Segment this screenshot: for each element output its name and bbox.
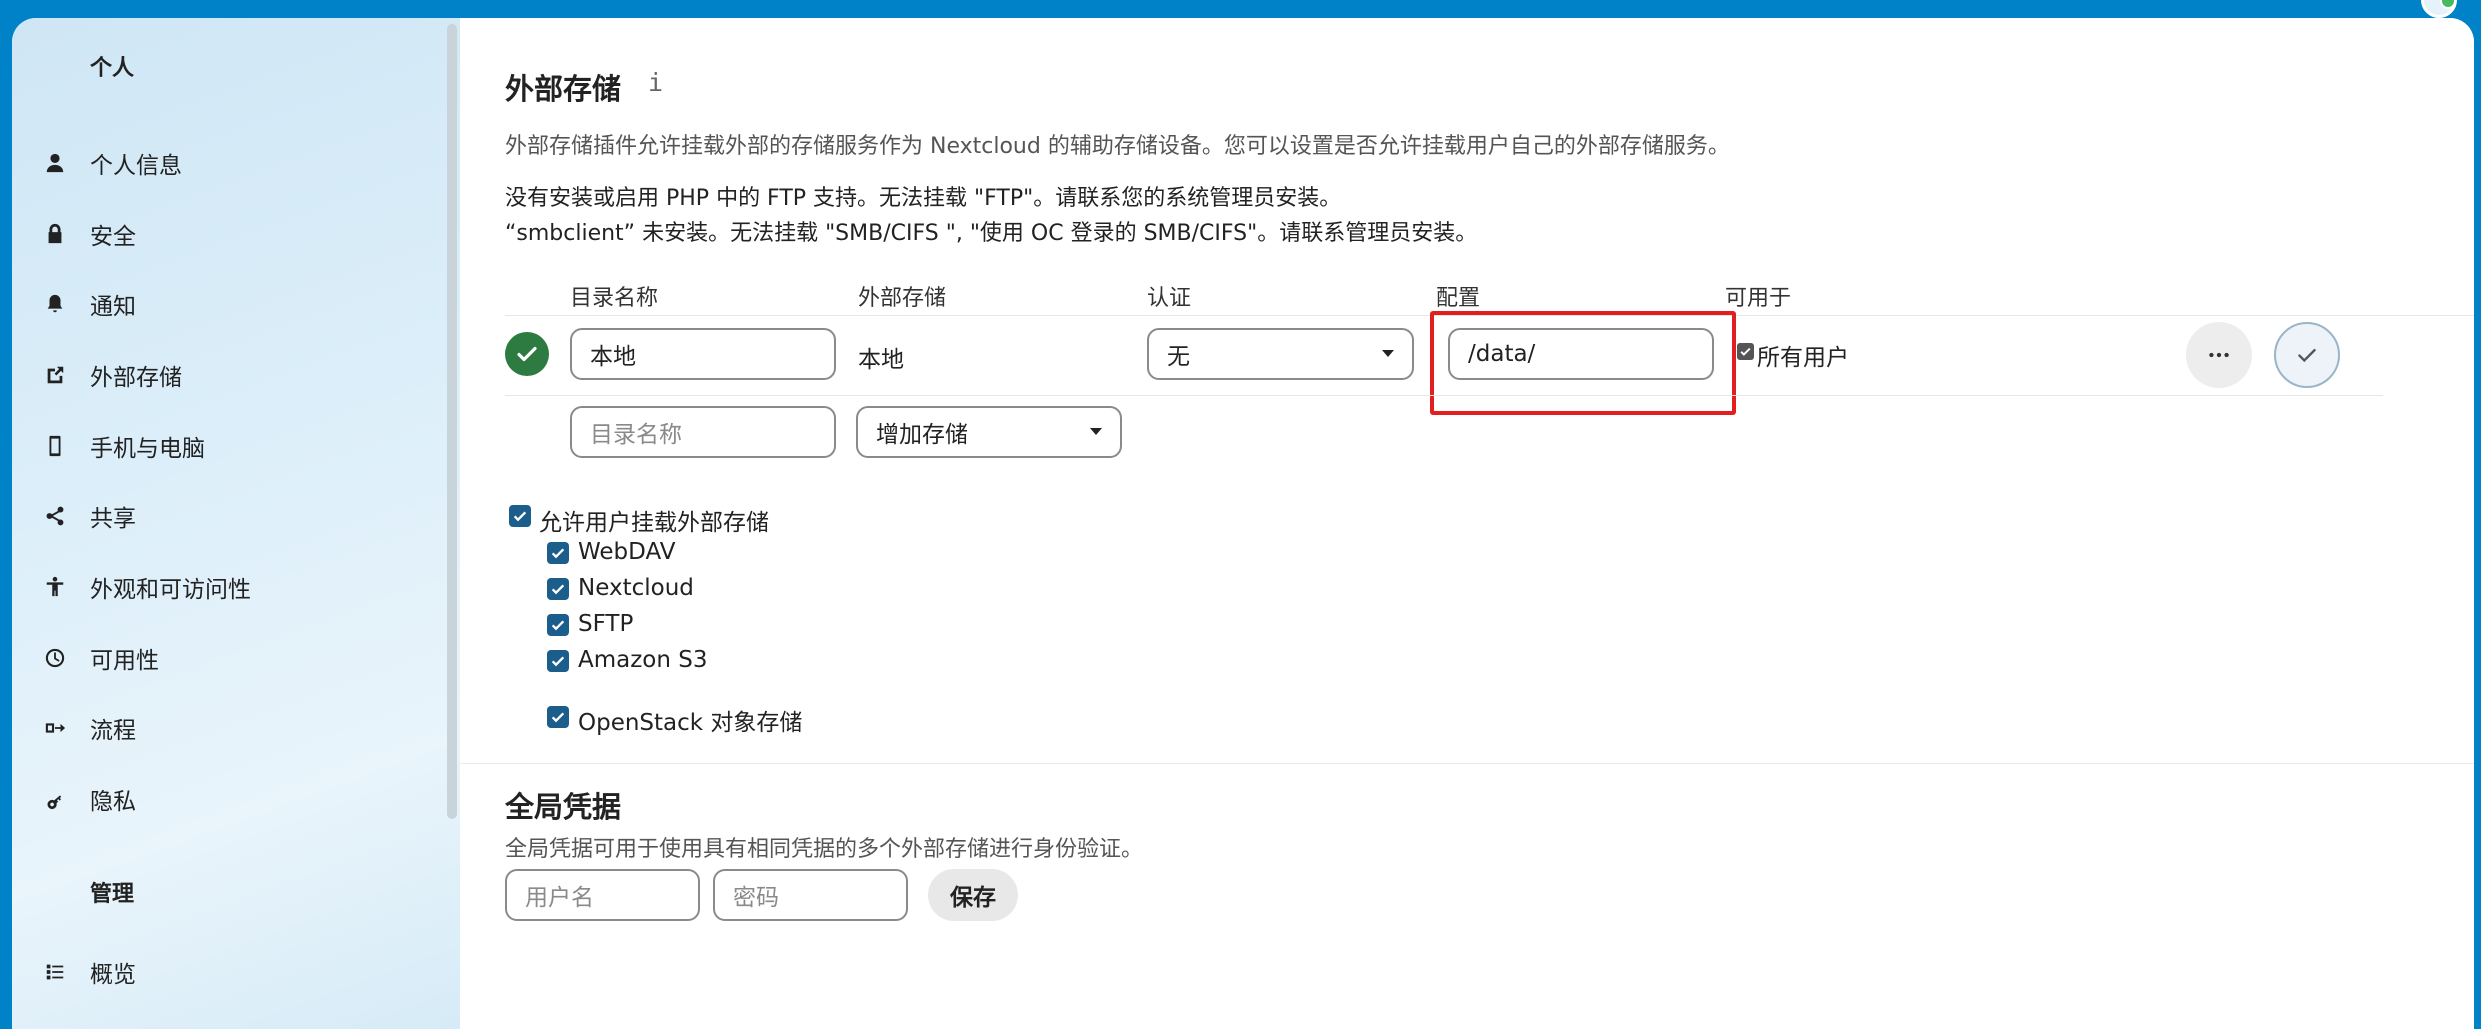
column-header-available-for: 可用于 xyxy=(1725,286,1792,311)
column-header-folder-name: 目录名称 xyxy=(570,286,659,311)
external-storage-title: 外部存储 xyxy=(505,72,622,106)
mount-status-ok-icon xyxy=(505,332,549,376)
settings-content: 外部存储 i 外部存储插件允许挂载外部的存储服务作为 Nextcloud 的辅助… xyxy=(460,18,2474,1029)
sidebar-item-security[interactable]: 安全 xyxy=(42,209,432,259)
sidebar-item-label: 概览 xyxy=(90,962,136,988)
add-storage-select[interactable]: 增加存储 xyxy=(856,406,1122,458)
mount-folder-name-input[interactable]: 本地 xyxy=(570,328,836,380)
ftp-warning: 没有安装或启用 PHP 中的 FTP 支持。无法挂载 "FTP"。请联系您的系统… xyxy=(505,186,1342,211)
user-icon xyxy=(42,150,68,176)
sidebar-item-appearance[interactable]: 外观和可访问性 xyxy=(42,562,432,612)
available-for-value: 所有用户 xyxy=(1757,345,1849,371)
backend-checkbox-webdav[interactable] xyxy=(547,542,569,564)
backend-label-nextcloud: Nextcloud xyxy=(578,575,694,601)
sidebar-item-personal-info[interactable]: 个人信息 xyxy=(42,138,432,188)
mount-save-button[interactable] xyxy=(2274,322,2340,388)
mount-storage-type: 本地 xyxy=(858,347,904,373)
column-header-external-storage: 外部存储 xyxy=(858,286,947,311)
external-storage-description: 外部存储插件允许挂载外部的存储服务作为 Nextcloud 的辅助存储设备。您可… xyxy=(505,134,1730,159)
checkmark-icon xyxy=(2298,348,2316,363)
smb-warning: “smbclient” 未安装。无法挂载 "SMB/CIFS ", "使用 OC… xyxy=(505,221,1478,246)
sidebar-item-availability[interactable]: 可用性 xyxy=(42,633,432,683)
add-storage-value: 增加存储 xyxy=(876,422,968,448)
sidebar-item-label: 支持 xyxy=(90,1024,136,1029)
personal-section-title: 个人 xyxy=(90,56,135,81)
info-icon[interactable]: i xyxy=(648,68,663,97)
highlight-annotation-box xyxy=(1430,311,1736,415)
available-for-checkbox[interactable] xyxy=(1737,343,1754,360)
sidebar-item-label: 共享 xyxy=(90,506,136,532)
sidebar-item-label: 外部存储 xyxy=(90,365,182,391)
column-header-configuration: 配置 xyxy=(1436,286,1481,311)
backend-label-sftp: SFTP xyxy=(578,611,634,637)
list-icon xyxy=(42,959,68,985)
sidebar-item-flow[interactable]: 流程 xyxy=(42,703,432,753)
sidebar-item-mobile-desktop[interactable]: 手机与电脑 xyxy=(42,421,432,471)
settings-sidebar: 个人 个人信息 安全 通知 外部存储 手机与电脑 共享 外观和可访问性 可用性 … xyxy=(12,18,460,1029)
sidebar-scrollbar[interactable] xyxy=(447,24,457,819)
admin-section-title: 管理 xyxy=(90,882,135,907)
allow-user-mounting-checkbox[interactable] xyxy=(509,505,531,527)
mount-authentication-select[interactable]: 无 xyxy=(1147,328,1414,380)
sidebar-item-support[interactable]: 支持 xyxy=(42,1016,432,1029)
sidebar-item-label: 安全 xyxy=(90,224,136,250)
bell-icon xyxy=(42,291,68,317)
section-divider xyxy=(460,763,2474,764)
sidebar-item-label: 手机与电脑 xyxy=(90,436,205,462)
mount-authentication-value: 无 xyxy=(1167,344,1190,370)
global-credentials-title: 全局凭据 xyxy=(505,790,622,824)
global-password-input[interactable]: 密码 xyxy=(713,869,908,921)
allow-user-mounting-label: 允许用户挂载外部存储 xyxy=(539,510,769,536)
global-credentials-description: 全局凭据可用于使用具有相同凭据的多个外部存储进行身份验证。 xyxy=(505,837,1144,862)
clock-icon xyxy=(42,645,68,671)
more-horizontal-icon xyxy=(2209,352,2229,358)
app-content-frame: 个人 个人信息 安全 通知 外部存储 手机与电脑 共享 外观和可访问性 可用性 … xyxy=(12,18,2474,1029)
sidebar-item-label: 隐私 xyxy=(90,789,136,815)
sidebar-item-label: 可用性 xyxy=(90,648,159,674)
column-header-authentication: 认证 xyxy=(1147,286,1192,311)
sidebar-item-label: 流程 xyxy=(90,718,136,744)
share-icon xyxy=(42,503,68,529)
sidebar-item-sharing[interactable]: 共享 xyxy=(42,491,432,541)
chevron-down-icon xyxy=(1382,350,1394,357)
chevron-down-icon xyxy=(1090,428,1102,435)
sidebar-item-external-storage[interactable]: 外部存储 xyxy=(42,350,432,400)
new-mount-folder-name-input[interactable]: 目录名称 xyxy=(570,406,836,458)
phone-icon xyxy=(42,433,68,459)
lock-icon xyxy=(42,221,68,247)
global-username-input[interactable]: 用户名 xyxy=(505,869,700,921)
external-link-icon xyxy=(42,362,68,388)
key-icon xyxy=(42,786,68,812)
backend-checkbox-nextcloud[interactable] xyxy=(547,578,569,600)
sidebar-item-label: 个人信息 xyxy=(90,153,182,179)
backend-label-amazon-s3: Amazon S3 xyxy=(578,647,708,673)
top-header-bar xyxy=(0,0,2481,18)
global-credentials-save-button[interactable]: 保存 xyxy=(928,869,1018,921)
accessibility-icon xyxy=(42,574,68,600)
backend-checkbox-amazon-s3[interactable] xyxy=(547,650,569,672)
backend-label-webdav: WebDAV xyxy=(578,539,676,565)
sidebar-item-overview[interactable]: 概览 xyxy=(42,947,432,997)
flow-icon xyxy=(42,715,68,741)
backend-checkbox-openstack[interactable] xyxy=(547,706,569,728)
sidebar-item-label: 通知 xyxy=(90,294,136,320)
sidebar-item-privacy[interactable]: 隐私 xyxy=(42,774,432,824)
sidebar-item-notifications[interactable]: 通知 xyxy=(42,279,432,329)
backend-checkbox-sftp[interactable] xyxy=(547,614,569,636)
mount-more-options-button[interactable] xyxy=(2186,322,2252,388)
backend-label-openstack: OpenStack 对象存储 xyxy=(578,710,803,736)
sidebar-item-label: 外观和可访问性 xyxy=(90,577,251,603)
mount-row-divider xyxy=(505,395,2383,396)
